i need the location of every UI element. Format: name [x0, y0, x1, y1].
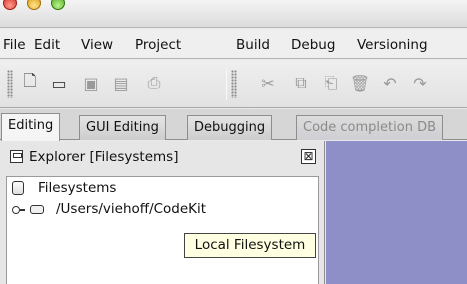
- tab-editing[interactable]: Editing: [1, 113, 61, 141]
- filesystem-tree: Filesystems /Users/viehoff/CodeKit: [6, 176, 319, 284]
- toolbar-grip-2[interactable]: [231, 70, 237, 98]
- menu-debug[interactable]: Debug: [291, 37, 335, 53]
- filesystems-icon: [12, 181, 24, 195]
- paste-icon[interactable]: ⎗: [320, 72, 342, 94]
- local-drive-icon: [30, 205, 44, 214]
- menu-build[interactable]: Build: [236, 37, 270, 53]
- explorer-title: Explorer [Filesystems]: [29, 149, 179, 165]
- menu-bar: File Edit View Project Build Debug Versi…: [0, 29, 467, 59]
- toolbar-grip[interactable]: [7, 70, 13, 98]
- menu-file[interactable]: File: [3, 37, 26, 53]
- explorer-header: Explorer [Filesystems] ⊠: [4, 147, 322, 169]
- undo-icon[interactable]: ↶: [379, 72, 401, 94]
- copy-icon[interactable]: ⧉: [290, 72, 312, 94]
- save-all-icon[interactable]: ▤: [110, 72, 132, 94]
- title-bar: [0, 0, 467, 28]
- close-icon[interactable]: ⊠: [301, 149, 316, 164]
- tooltip: Local Filesystem: [184, 233, 316, 258]
- cut-icon[interactable]: ✂: [257, 72, 279, 94]
- menu-versioning[interactable]: Versioning: [357, 37, 428, 53]
- tab-gui-editing[interactable]: GUI Editing: [79, 115, 166, 140]
- tree-node-label: Filesystems: [38, 180, 117, 196]
- menu-view[interactable]: View: [81, 37, 113, 53]
- tree-node-codekit[interactable]: /Users/viehoff/CodeKit: [7, 200, 307, 220]
- zoom-window-icon[interactable]: [51, 0, 65, 10]
- toolbar-separator: [226, 68, 227, 100]
- print-icon[interactable]: ⎙: [143, 72, 165, 94]
- toolbar: 🗋 ▭ ▣ ▤ ⎙ ✂ ⧉ ⎗ 🗑 ↶ ↷: [0, 60, 467, 108]
- explorer-panel: Explorer [Filesystems] ⊠ Filesystems /Us…: [0, 141, 325, 284]
- tab-code-completion-db[interactable]: Code completion DB: [296, 115, 444, 140]
- redo-icon[interactable]: ↷: [409, 72, 431, 94]
- menu-project[interactable]: Project: [135, 37, 181, 53]
- save-icon[interactable]: ▣: [80, 72, 102, 94]
- expand-handle-icon[interactable]: [12, 206, 25, 215]
- explorer-window-icon: [10, 150, 23, 163]
- new-file-icon[interactable]: 🗋: [19, 71, 41, 94]
- tree-node-filesystems[interactable]: Filesystems: [7, 179, 307, 199]
- editor-area[interactable]: [326, 141, 467, 284]
- tree-node-label: /Users/viehoff/CodeKit: [56, 201, 207, 217]
- open-folder-icon[interactable]: ▭: [48, 72, 70, 94]
- menu-edit[interactable]: Edit: [34, 37, 60, 53]
- delete-icon[interactable]: 🗑: [349, 72, 371, 94]
- minimize-window-icon[interactable]: [27, 0, 41, 10]
- tab-debugging[interactable]: Debugging: [187, 115, 273, 140]
- close-window-icon[interactable]: [3, 0, 17, 10]
- workspace-tabs: Editing GUI Editing Debugging Code compl…: [0, 109, 467, 141]
